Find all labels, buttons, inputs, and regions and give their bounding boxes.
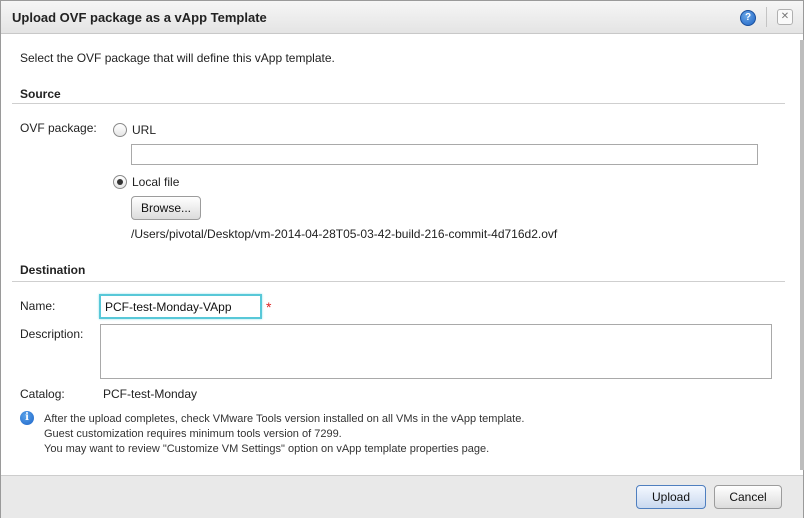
cancel-button[interactable]: Cancel	[714, 485, 782, 509]
close-icon[interactable]: ✕	[777, 9, 793, 25]
catalog-value: PCF-test-Monday	[103, 387, 198, 401]
dialog-title: Upload OVF package as a vApp Template	[12, 10, 267, 25]
destination-heading: Destination	[20, 263, 86, 277]
upload-ovf-dialog: Upload OVF package as a vApp Template ? …	[0, 0, 804, 518]
info-line-2: Guest customization requires minimum too…	[44, 428, 342, 440]
background-window-edge	[800, 40, 804, 470]
browse-button[interactable]: Browse...	[131, 196, 201, 220]
dialog-titlebar: Upload OVF package as a vApp Template ? …	[1, 1, 803, 34]
url-radio[interactable]	[113, 123, 127, 137]
ovf-package-label: OVF package:	[20, 121, 97, 135]
local-file-radio-label[interactable]: Local file	[132, 175, 179, 189]
url-input[interactable]	[131, 144, 758, 165]
source-divider	[12, 103, 785, 104]
name-label: Name:	[20, 299, 56, 313]
info-line-1: After the upload completes, check VMware…	[44, 413, 525, 425]
source-heading: Source	[20, 87, 61, 101]
info-icon: i	[20, 411, 34, 425]
dialog-footer: Upload Cancel	[1, 475, 803, 518]
info-line-3: You may want to review "Customize VM Set…	[44, 443, 490, 455]
required-marker: *	[266, 299, 272, 315]
destination-divider	[12, 281, 785, 282]
description-textarea[interactable]	[100, 324, 772, 379]
dialog-intro-text: Select the OVF package that will define …	[20, 51, 335, 65]
titlebar-divider	[766, 7, 767, 27]
help-icon[interactable]: ?	[740, 10, 756, 26]
description-label: Description:	[20, 327, 84, 341]
local-file-radio[interactable]	[113, 175, 127, 189]
name-input[interactable]	[99, 294, 262, 319]
url-radio-label[interactable]: URL	[132, 123, 156, 137]
selected-file-path: /Users/pivotal/Desktop/vm-2014-04-28T05-…	[131, 227, 558, 241]
catalog-label: Catalog:	[20, 387, 65, 401]
upload-button[interactable]: Upload	[636, 485, 706, 509]
